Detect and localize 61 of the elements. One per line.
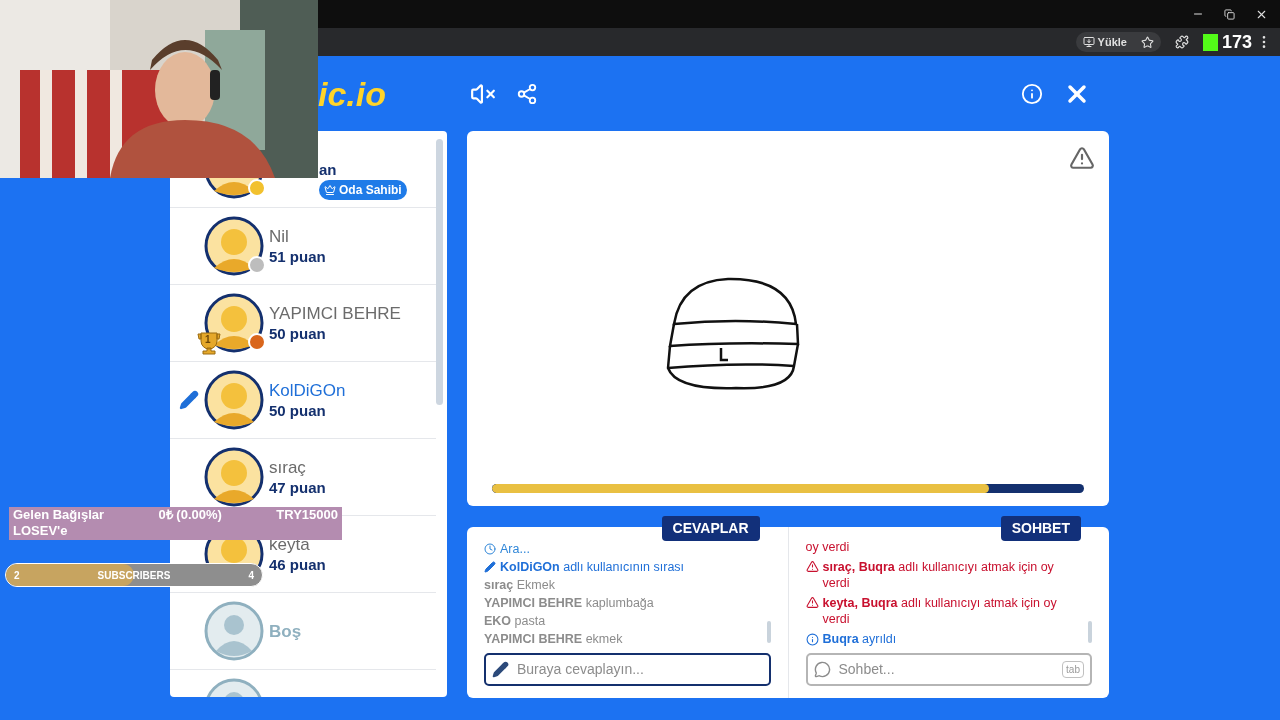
- crown-icon: [324, 184, 336, 196]
- logo: ic.io: [318, 76, 388, 111]
- chat-input[interactable]: Sohbet...: [838, 659, 1055, 680]
- viewer-count: 173: [1221, 30, 1252, 54]
- guess-message: YAPIMCI BEHRE kaplumbağa: [484, 595, 655, 611]
- subscribers-current: 2: [14, 568, 20, 583]
- guess-message: sıraç Ekmek: [484, 577, 556, 593]
- message-text: Ara...: [500, 541, 530, 557]
- guess-message: YAPIMCI BEHRE ekmek: [484, 631, 624, 647]
- pencil-icon: [484, 561, 496, 573]
- key-hint: tab: [1062, 661, 1084, 678]
- scrollbar-thumb: [1088, 621, 1092, 643]
- clock-icon: [484, 543, 496, 555]
- message-text: Buqra ayrıldı: [822, 631, 897, 647]
- answer-input[interactable]: Buraya cevaplayın...: [517, 659, 763, 680]
- room-owner-badge: Oda Sahibi: [319, 180, 407, 200]
- k-logo-icon[interactable]: [1202, 33, 1218, 51]
- player-score: 47 puan: [269, 478, 326, 497]
- avatar-icon: [204, 447, 264, 507]
- report-icon[interactable]: [1069, 145, 1095, 171]
- avatar-icon: [204, 216, 264, 276]
- donation-target: LOSEV'e: [13, 523, 68, 538]
- pencil-icon: [492, 661, 509, 678]
- player-score: 50 puan: [269, 401, 327, 420]
- answer-field[interactable]: Buraya cevaplayın...: [484, 653, 771, 686]
- player-score: 51 puan: [269, 247, 326, 266]
- scrollbar-thumb: [766, 621, 771, 643]
- bookmark-star-icon[interactable]: [1140, 35, 1154, 49]
- subscribers-label: SUBSCRIBERS: [97, 568, 171, 583]
- player-name: keyta: [269, 534, 311, 555]
- player-name: sıraç: [269, 457, 307, 478]
- rank-number: 1: [205, 333, 211, 347]
- avatar-icon: [204, 370, 264, 430]
- info-icon[interactable]: [1021, 82, 1043, 105]
- player-score: 50 puan: [269, 324, 327, 343]
- donation-amount: 0₺ (0.00%): [158, 507, 222, 523]
- player-name: Nil: [269, 226, 290, 247]
- tab-label[interactable]: CEVAPLAR: [661, 516, 760, 541]
- message-text: KolDiGOn adlı kullanıcının sırası: [500, 559, 685, 575]
- player-name: YAPIMCI BEHRE: [269, 303, 401, 324]
- player-score: 46 puan: [269, 555, 326, 574]
- trophy-icon: [196, 331, 222, 355]
- donation-goal: TRY15000: [276, 507, 338, 523]
- message-text: oy verdi: [805, 539, 851, 555]
- vote-message: keyta, Buqra adlı kullanıcıyı atmak için oy verdi: [822, 595, 1058, 627]
- speech-bubble-icon: [813, 661, 831, 678]
- warning-icon: [805, 560, 819, 573]
- guess-message: EKO pasta: [484, 613, 547, 629]
- player-score: an: [319, 160, 338, 179]
- info-icon: [805, 632, 819, 646]
- tab-label[interactable]: SOHBET: [1000, 516, 1081, 541]
- donation-label: Gelen Bağışlar: [13, 507, 105, 523]
- monitor-icon: [1082, 36, 1095, 48]
- share-icon[interactable]: [516, 82, 538, 105]
- user-silhouette-icon: [204, 601, 264, 661]
- extension-icon[interactable]: [1174, 35, 1189, 49]
- subscribers-goal: 4: [248, 568, 254, 583]
- player-name: Boş: [269, 620, 302, 642]
- player-name: KolDiGOn: [269, 380, 346, 401]
- restore-icon[interactable]: [1224, 8, 1235, 20]
- warning-icon: [805, 596, 819, 609]
